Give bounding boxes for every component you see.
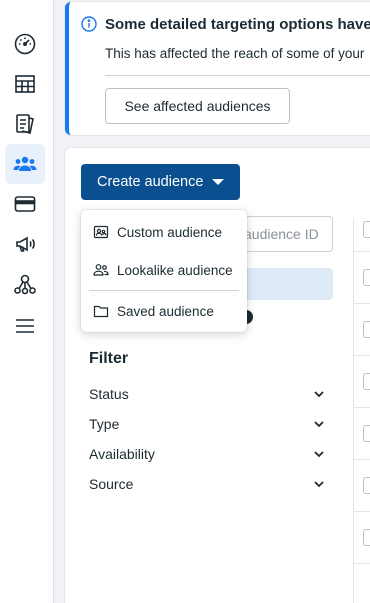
table-row-divider [353, 303, 370, 304]
search-placeholder: audience ID [244, 226, 319, 242]
filter-label: Status [89, 386, 129, 402]
menu-item-saved-audience[interactable]: Saved audience [81, 293, 247, 329]
megaphone-icon [16, 236, 35, 252]
menu-item-label: Saved audience [117, 303, 214, 319]
sidebar-item-audiences[interactable] [5, 144, 45, 184]
sidebar-item-billing[interactable] [5, 184, 45, 224]
see-affected-audiences-button[interactable]: See affected audiences [105, 88, 290, 124]
row-checkbox[interactable] [363, 477, 370, 494]
chevron-down-icon [314, 391, 324, 398]
filter-label: Availability [89, 446, 155, 462]
table-row-divider [353, 459, 370, 460]
filter-type[interactable]: Type [89, 413, 325, 435]
create-audience-label: Create audience [97, 174, 204, 190]
table-divider [353, 218, 354, 603]
dashboard-gauge-icon [14, 33, 36, 55]
sidebar-item-ads-manager[interactable] [5, 64, 45, 104]
filter-source[interactable]: Source [89, 473, 325, 495]
row-checkbox[interactable] [363, 221, 370, 238]
filter-label: Source [89, 476, 134, 492]
lookalike-audience-icon [93, 264, 109, 276]
pages-icon [16, 114, 34, 134]
audiences-icon [13, 156, 37, 171]
menu-icon [16, 319, 34, 333]
targeting-notice-banner: Some detailed targeting options have Thi… [65, 2, 370, 135]
create-audience-button[interactable]: Create audience [81, 164, 240, 200]
table-row-divider [353, 355, 370, 356]
sidebar-item-all-tools[interactable] [5, 306, 45, 346]
row-checkbox[interactable] [363, 425, 370, 442]
menu-item-lookalike-audience[interactable]: Lookalike audience [81, 252, 247, 288]
network-icon [14, 274, 36, 295]
billing-card-icon [14, 196, 36, 212]
table-row-divider [353, 407, 370, 408]
left-sidebar [0, 0, 54, 603]
table-grid-icon [15, 75, 35, 93]
menu-item-custom-audience[interactable]: Custom audience [81, 214, 247, 250]
sidebar-item-pages[interactable] [5, 104, 45, 144]
custom-audience-icon [93, 225, 109, 239]
menu-divider [89, 290, 239, 291]
banner-divider [105, 75, 370, 76]
chevron-down-icon [314, 451, 324, 458]
row-checkbox[interactable] [363, 269, 370, 286]
sidebar-item-campaigns[interactable] [5, 224, 45, 264]
info-icon [81, 16, 97, 32]
table-row-divider [353, 251, 370, 252]
row-checkbox[interactable] [363, 321, 370, 338]
table-row-divider [353, 511, 370, 512]
sidebar-item-business-settings[interactable] [5, 264, 45, 304]
menu-item-label: Lookalike audience [117, 262, 233, 278]
filter-title: Filter [89, 350, 129, 367]
table-row-divider [353, 563, 370, 564]
row-checkbox[interactable] [363, 373, 370, 390]
filter-status[interactable]: Status [89, 383, 325, 405]
folder-icon [93, 305, 109, 318]
row-checkbox[interactable] [363, 529, 370, 546]
chevron-down-icon [314, 421, 324, 428]
filter-label: Type [89, 416, 120, 432]
menu-item-label: Custom audience [117, 224, 223, 240]
banner-title: Some detailed targeting options have [105, 16, 370, 33]
sidebar-item-dashboard[interactable] [5, 24, 45, 64]
create-audience-menu: Custom audience Lookalike audience Saved… [81, 210, 247, 332]
filter-availability[interactable]: Availability [89, 443, 325, 465]
chevron-down-icon [314, 481, 324, 488]
caret-down-icon [212, 179, 224, 185]
banner-text: This has affected the reach of some of y… [105, 46, 365, 61]
